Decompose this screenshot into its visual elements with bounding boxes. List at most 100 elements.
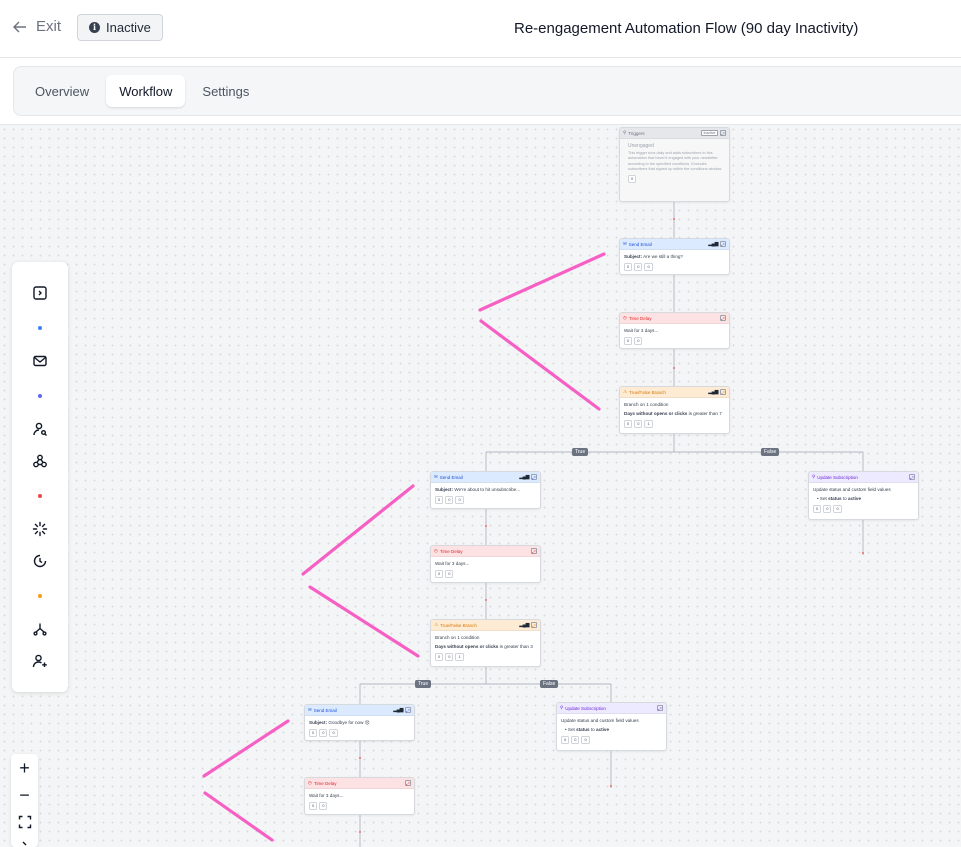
branch-summary: Branch on 1 condition	[624, 402, 669, 407]
branch-icon[interactable]	[31, 620, 49, 638]
update-subscription-node[interactable]: ⚲ Update Subscription ⤢ Update status an…	[556, 702, 667, 751]
time-delay-node[interactable]: ◷ Time Delay ⤢ Wait for 3 days... 0 0	[619, 312, 730, 349]
expand-icon[interactable]: ⤢	[720, 130, 726, 136]
tab-workflow[interactable]: Workflow	[106, 75, 186, 107]
expand-icon[interactable]: ⤢	[531, 622, 537, 628]
update-value: active	[848, 495, 862, 501]
trigger-count: 0	[628, 174, 637, 183]
zoom-out-button[interactable]: −	[11, 781, 38, 808]
trigger-node[interactable]: ⚲ Triggers Inactive ⤢ Unengaged This tri…	[619, 127, 730, 202]
send-email-node[interactable]: ✉ Send Email ▂▄▆ ⤢ Subject: Goodbye for …	[304, 704, 415, 741]
stat-chip: 1	[455, 652, 464, 661]
update-to: to	[842, 495, 847, 501]
zoom-in-button[interactable]: +	[11, 754, 38, 781]
stat-chip: 0	[813, 504, 822, 513]
expand-icon[interactable]: ⤢	[909, 474, 915, 480]
plus-icon: +	[19, 757, 30, 778]
condition-operator: is greater than 3	[499, 643, 533, 649]
loader-icon[interactable]	[31, 520, 49, 538]
update-icon: ⚲	[812, 474, 816, 479]
send-email-node[interactable]: ✉ Send Email ▂▄▆ ⤢ Subject: We're about …	[430, 471, 541, 509]
fit-view-button[interactable]	[11, 808, 38, 835]
stats-icon[interactable]: ▂▄▆	[708, 241, 718, 247]
expand-icon[interactable]: ⤢	[531, 474, 537, 480]
expand-icon[interactable]: ⤢	[405, 707, 411, 713]
more-controls-button[interactable]	[11, 832, 38, 847]
true-false-branch-node[interactable]: ⚠ True/False Branch ▂▄▆ ⤢ Branch on 1 co…	[430, 619, 541, 667]
stat-chip: 0	[823, 504, 832, 513]
send-email-node[interactable]: ✉ Send Email ▂▄▆ ⤢ Subject: Are we still…	[619, 238, 730, 275]
trigger-icon: ⚲	[623, 130, 627, 135]
true-false-branch-node[interactable]: ⚠ True/False Branch ▂▄▆ ⤢ Branch on 1 co…	[619, 386, 730, 434]
orange-dot-icon	[38, 594, 42, 598]
expand-icon[interactable]: ⤢	[657, 705, 663, 711]
tab-settings[interactable]: Settings	[189, 75, 262, 107]
stat-chip: 0	[833, 504, 842, 513]
subject-label: Subject:	[309, 720, 328, 725]
node-title: True/False Branch	[629, 389, 666, 395]
expand-icon[interactable]: ⤢	[720, 389, 726, 395]
email-subject: Are we still a thing?	[643, 254, 683, 259]
webhook-icon[interactable]	[31, 452, 49, 470]
expand-icon[interactable]: ⤢	[720, 315, 726, 321]
subject-label: Subject:	[435, 487, 454, 492]
stat-chip: 1	[644, 419, 653, 428]
expand-icon[interactable]: ⤢	[720, 241, 726, 247]
stats-icon[interactable]: ▂▄▆	[393, 707, 403, 713]
status-badge[interactable]: i Inactive	[77, 14, 163, 41]
condition-operator: is greater than 7	[688, 410, 722, 416]
stat-chip: 0	[445, 495, 454, 504]
minus-icon: −	[19, 784, 30, 805]
stats-icon[interactable]: ▂▄▆	[519, 622, 529, 628]
tab-overview[interactable]: Overview	[22, 75, 102, 107]
stat-chip: 0	[455, 495, 464, 504]
branch-icon: ⚠	[434, 622, 439, 627]
stat-chip: 0	[329, 728, 338, 737]
user-search-icon[interactable]	[31, 420, 49, 438]
stat-chip: 0	[624, 262, 633, 271]
trigger-title: Triggers	[628, 130, 645, 136]
user-plus-icon[interactable]	[31, 652, 49, 670]
time-delay-node[interactable]: ◷ Time Delay ⤢ Wait for 3 days... 0 0	[430, 545, 541, 583]
node-title: Time Delay	[628, 315, 652, 321]
stats-icon[interactable]: ▂▄▆	[708, 389, 718, 395]
stat-chip: 0	[581, 735, 590, 744]
update-subscription-node[interactable]: ⚲ Update Subscription ⤢ Update status an…	[808, 471, 919, 520]
panel-toggle-icon[interactable]	[31, 284, 49, 302]
trigger-status-badge: Inactive	[700, 130, 718, 136]
expand-icon[interactable]: ⤢	[531, 548, 537, 554]
clock-icon[interactable]	[31, 552, 49, 570]
stat-chip: 0	[634, 262, 643, 271]
update-to: to	[590, 726, 595, 732]
stat-chip: 0	[435, 495, 444, 504]
delay-text: Wait for 3 days...	[309, 793, 344, 798]
stat-chip: 0	[571, 735, 580, 744]
node-title: Send Email	[313, 707, 337, 713]
chevron-right-icon	[22, 841, 26, 845]
stat-chip: 0	[309, 801, 318, 810]
expand-icon[interactable]: ⤢	[405, 780, 411, 786]
node-title: Update Subscription	[817, 474, 858, 480]
stats-icon[interactable]: ▂▄▆	[519, 474, 529, 480]
clock-icon: ◷	[308, 780, 312, 785]
indigo-dot-icon	[38, 394, 42, 398]
exit-label: Exit	[36, 18, 62, 35]
email-subject: We're about to hit unsubscribe...	[454, 487, 521, 492]
time-delay-node[interactable]: ◷ Time Delay ⤢ Wait for 3 days... 0 0	[304, 777, 415, 815]
branch-icon: ⚠	[623, 389, 628, 394]
page-title: Re-engagement Automation Flow (90 day In…	[514, 20, 859, 37]
exit-button[interactable]: Exit	[12, 18, 61, 35]
branch-true-label: True	[572, 448, 589, 456]
zoom-controls: + −	[11, 754, 38, 847]
condition-field: Days without opens or clicks	[624, 410, 688, 416]
node-title: Time Delay	[313, 780, 337, 786]
stat-chip: 0	[445, 569, 454, 578]
branch-false-label: False	[761, 448, 780, 456]
mail-icon: ✉	[623, 241, 627, 246]
mail-icon[interactable]	[31, 352, 49, 370]
workflow-canvas[interactable]: ⚲ Triggers Inactive ⤢ Unengaged This tri…	[0, 124, 961, 847]
node-title: True/False Branch	[440, 622, 477, 628]
stat-chip: 0	[634, 419, 643, 428]
delay-text: Wait for 3 days...	[435, 561, 470, 566]
trigger-name: Unengaged	[628, 143, 654, 149]
